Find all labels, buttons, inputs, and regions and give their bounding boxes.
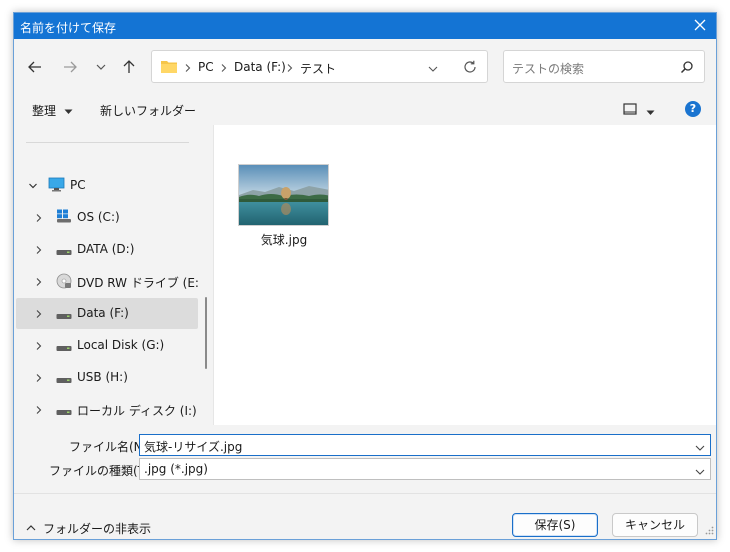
organize-button[interactable]: 整理 [32,102,73,119]
recent-locations-chevron-icon[interactable] [91,57,111,77]
view-options-caret-icon[interactable] [646,105,655,119]
file-list[interactable]: 気球.jpg [214,125,716,425]
search-box[interactable]: テストの検索 [503,50,705,83]
breadcrumb-data-f[interactable]: Data (F:) [234,60,286,74]
breadcrumb-test[interactable]: テスト [300,60,336,77]
hide-folders-label: フォルダーの非表示 [43,522,152,536]
expand-chevron-icon[interactable] [34,244,44,254]
refresh-icon[interactable] [462,59,478,78]
nav-scrollbar[interactable] [200,125,213,425]
help-icon[interactable]: ? [685,101,701,117]
breadcrumb-separator-icon [285,62,295,72]
nav-divider [26,142,189,143]
tree-label-data-d: DATA (D:) [77,242,135,256]
breadcrumb-separator-icon [219,62,229,72]
tree-item-dvd-e[interactable]: DVD RW ドライブ (E:) Aud [16,266,200,297]
filename-input[interactable]: 気球-リサイズ.jpg [139,434,711,456]
drive-icon [56,341,72,355]
tree-label-os-c: OS (C:) [77,210,120,224]
tree-item-local-disk-i[interactable]: ローカル ディスク (I:) [16,394,198,425]
expand-chevron-icon[interactable] [34,340,44,350]
file-name: 気球.jpg [260,233,308,247]
filename-dropdown-icon[interactable] [695,441,705,455]
drive-icon [56,373,72,387]
caret-down-icon [64,109,73,114]
save-button[interactable]: 保存(S) [512,513,598,537]
chevron-up-icon [26,525,36,531]
expand-chevron-icon[interactable] [34,372,44,382]
drive-icon [56,309,72,323]
tree-item-data-d[interactable]: DATA (D:) [16,234,198,265]
view-mode-icon[interactable] [623,103,637,118]
dialog-title: 名前を付けて保存 [20,21,117,35]
nav-scrollbar-thumb[interactable] [205,297,207,369]
save-form: ファイル名(N): 気球-リサイズ.jpg ファイルの種類(T): .jpg (… [14,425,716,539]
breadcrumb-separator-icon [183,62,193,72]
tree-label-dvd-e: DVD RW ドライブ (E:) Aud [77,276,200,290]
expand-chevron-icon[interactable] [34,404,44,414]
close-icon[interactable] [692,17,708,33]
navigation-pane[interactable]: PC OS (C:) DATA (D:) DVD RW ドライブ (E: Dat… [14,125,200,425]
filetype-dropdown-icon[interactable] [695,465,705,479]
expand-chevron-icon[interactable] [34,308,44,318]
resize-grip-icon[interactable] [705,524,714,538]
forward-icon[interactable] [60,57,80,77]
expand-chevron-icon[interactable] [34,212,44,222]
tree-label-usb-h: USB (H:) [77,370,128,384]
tree-label-data-f: Data (F:) [77,306,129,320]
collapse-chevron-icon[interactable] [28,180,38,190]
filetype-select[interactable]: .jpg (*.jpg) [139,458,711,480]
tree-item-local-disk-g[interactable]: Local Disk (G:) [16,330,198,361]
tree-item-os-c[interactable]: OS (C:) [16,202,198,233]
tree-label-local-disk-g: Local Disk (G:) [77,338,165,352]
new-folder-button[interactable]: 新しいフォルダー [100,102,196,119]
file-item[interactable]: 気球.jpg [238,164,330,254]
windows-drive-icon [56,209,72,226]
image-thumbnail [238,164,329,226]
address-dropdown-icon[interactable] [427,63,439,77]
breadcrumb-pc[interactable]: PC [198,60,214,74]
folder-icon [160,59,178,77]
footer-divider [14,493,716,494]
tree-item-data-f[interactable]: Data (F:) [16,298,198,329]
drive-icon [56,245,72,259]
search-icon[interactable] [680,60,694,77]
save-as-dialog: 名前を付けて保存 PC Data (F:) テスト テストの検索 整理 新しいフ… [13,12,717,540]
back-icon[interactable] [25,57,45,77]
filetype-value: .jpg (*.jpg) [144,462,208,476]
tree-label-local-disk-i: ローカル ディスク (I:) [77,404,197,418]
hide-folders-button[interactable]: フォルダーの非表示 [26,521,151,536]
address-bar[interactable]: PC Data (F:) テスト [151,50,488,83]
organize-label: 整理 [32,104,57,118]
up-icon[interactable] [119,57,139,77]
title-bar[interactable]: 名前を付けて保存 [14,13,716,39]
navigation-bar: PC Data (F:) テスト テストの検索 [14,39,716,95]
content-area: PC OS (C:) DATA (D:) DVD RW ドライブ (E: Dat… [14,125,716,425]
drive-icon [56,405,72,419]
tree-label-pc: PC [70,178,86,192]
dvd-icon [56,273,72,292]
tree-item-usb-h[interactable]: USB (H:) [16,362,198,393]
tree-item-pc[interactable]: PC [16,170,198,201]
filename-value[interactable]: 気球-リサイズ.jpg [144,438,242,455]
expand-chevron-icon[interactable] [34,276,44,286]
cancel-button[interactable]: キャンセル [612,513,698,537]
pc-monitor-icon [48,177,65,195]
command-bar: 整理 新しいフォルダー ? [14,95,716,125]
search-placeholder[interactable]: テストの検索 [512,60,584,77]
